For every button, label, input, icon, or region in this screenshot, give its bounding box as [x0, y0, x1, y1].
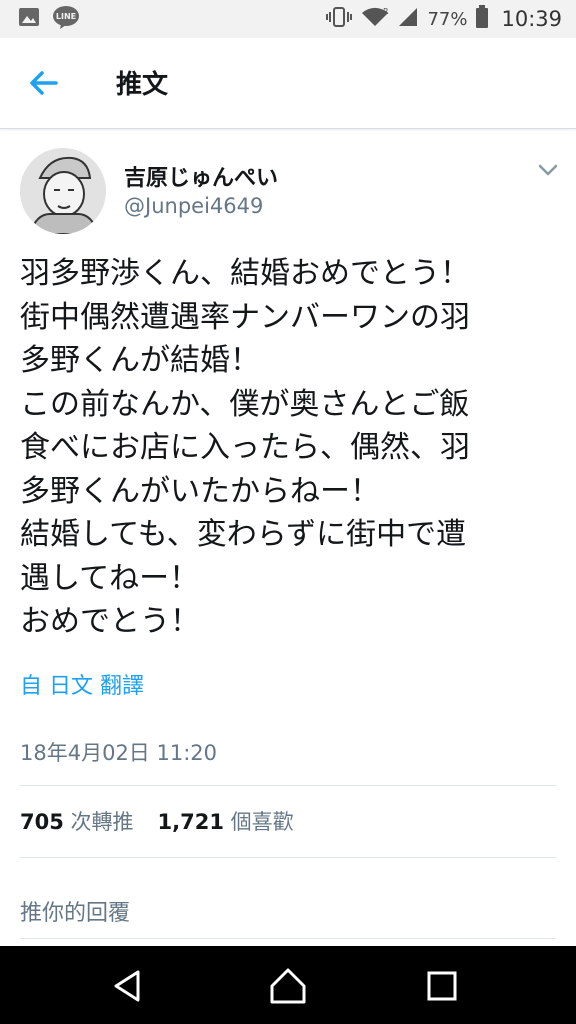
svg-text:LINE: LINE	[56, 12, 76, 21]
tweet-text: 羽多野渉くん、結婚おめでとう！ 街中偶然遭遇率ナンバーワンの羽 多野くんが結婚！…	[20, 252, 560, 644]
triangle-back-icon	[114, 970, 140, 1002]
retweets-label: 次轉推	[70, 810, 134, 834]
vibrate-icon	[325, 6, 353, 33]
tweet-line: 遇してねー！	[20, 560, 200, 596]
tweet-line: 街中偶然遭遇率ナンバーワンの羽	[20, 299, 470, 335]
nav-recents-button[interactable]	[422, 966, 462, 1006]
page-title: 推文	[116, 70, 169, 100]
navigation-bar	[0, 946, 576, 1024]
line-app-icon: LINE	[52, 5, 80, 33]
status-bar: LINE R 77% 10:39	[0, 0, 576, 38]
tweet-line: この前なんか、僕が奥さんとご飯	[20, 386, 470, 422]
tweet-line: 多野くんがいたからねー！	[20, 473, 380, 509]
retweets-count: 705	[20, 810, 64, 834]
tweet-line: 多野くんが結婚！	[20, 343, 260, 378]
avatar[interactable]	[20, 148, 106, 234]
home-icon	[270, 968, 306, 1004]
translate-link[interactable]: 自 日文 翻譯	[20, 668, 144, 700]
tweet-stats: 705 次轉推 1,721 個喜歡	[20, 806, 294, 836]
battery-icon	[475, 4, 489, 34]
battery-percent: 77%	[427, 8, 468, 30]
likes-stat[interactable]: 1,721 個喜歡	[158, 806, 294, 836]
clock: 10:39	[501, 7, 562, 31]
nav-back-button[interactable]	[108, 966, 148, 1006]
tweet-line: おめでとう！	[20, 604, 200, 639]
likes-label: 個喜歡	[230, 810, 294, 834]
likes-count: 1,721	[157, 810, 224, 834]
author-name[interactable]: 吉原じゅんぺい	[124, 160, 278, 192]
gallery-icon	[18, 6, 40, 32]
signal-icon	[397, 6, 419, 33]
nav-home-button[interactable]	[268, 966, 308, 1006]
more-options-button[interactable]	[536, 160, 560, 180]
chevron-down-icon	[538, 164, 558, 176]
divider	[20, 938, 556, 939]
tweet-line: 羽多野渉くん、結婚おめでとう！	[20, 256, 470, 291]
svg-text:R: R	[383, 7, 389, 16]
retweets-stat[interactable]: 705 次轉推	[20, 806, 134, 836]
divider	[20, 857, 556, 858]
tweet-line: 食べにお店に入ったら、偶然、羽	[20, 430, 470, 465]
app-header: 推文	[0, 38, 576, 129]
back-arrow-icon	[30, 71, 58, 95]
square-recents-icon	[427, 971, 457, 1001]
author-handle[interactable]: @Junpei4649	[124, 194, 263, 218]
reply-input[interactable]: 推你的回覆	[20, 895, 130, 927]
tweet-line: 結婚しても、変わらずに街中で遭	[20, 517, 467, 552]
divider	[20, 785, 556, 786]
wifi-icon: R	[361, 6, 389, 33]
tweet-timestamp: 18年4月02日 11:20	[20, 741, 217, 765]
back-button[interactable]	[24, 66, 64, 100]
